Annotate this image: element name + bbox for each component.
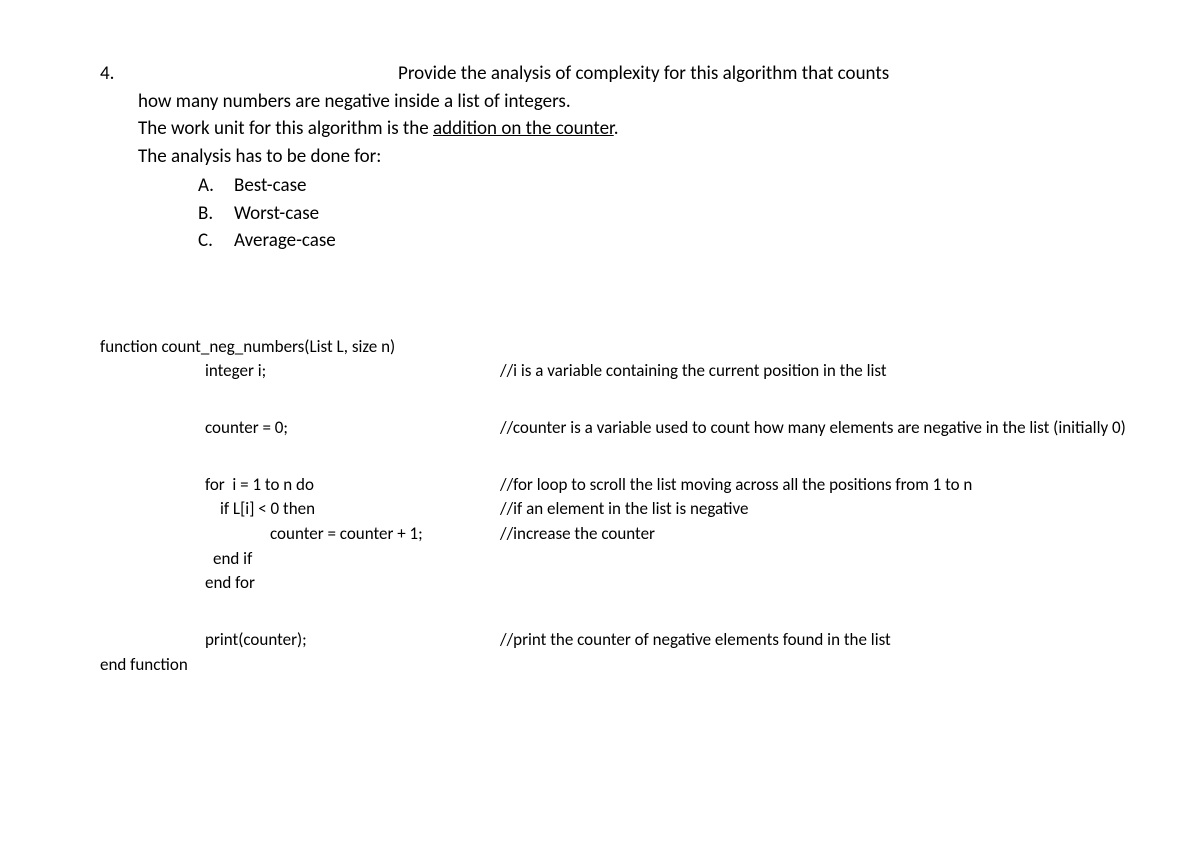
- code-text: function count_neg_numbers(List L, size …: [100, 335, 500, 360]
- sublist-letter: B.: [198, 200, 218, 228]
- code-row: function count_neg_numbers(List L, size …: [100, 335, 1160, 360]
- code-comment: [500, 335, 1160, 360]
- code-text: end for: [100, 571, 500, 596]
- code-row: for i = 1 to n do//for loop to scroll th…: [100, 473, 1160, 498]
- question-text: Provide the analysis of complexity for t…: [138, 60, 1160, 255]
- code-row: print(counter);//print the counter of ne…: [100, 628, 1160, 653]
- code-comment: //counter is a variable used to count ho…: [500, 416, 1160, 441]
- code-row: integer i;//i is a variable containing t…: [100, 359, 1160, 384]
- code-comment: //i is a variable containing the current…: [500, 359, 1160, 384]
- sublist-item: C. Average-case: [198, 227, 1160, 255]
- code-text: print(counter);: [100, 628, 500, 653]
- code-text: if L[i] < 0 then: [100, 497, 500, 522]
- sublist-letter: C.: [198, 227, 218, 255]
- sublist-text: Worst-case: [234, 200, 319, 228]
- question-line3-underlined: addition on the counter: [433, 117, 614, 140]
- question-line4: The analysis has to be done for:: [138, 143, 1160, 171]
- code-text: for i = 1 to n do: [100, 473, 500, 498]
- code-comment: //print the counter of negative elements…: [500, 628, 1160, 653]
- sublist-item: A. Best-case: [198, 172, 1160, 200]
- pseudocode-block: function count_neg_numbers(List L, size …: [100, 335, 1160, 677]
- question-line2: how many numbers are negative inside a l…: [138, 88, 1160, 116]
- sublist-item: B. Worst-case: [198, 200, 1160, 228]
- code-row: counter = counter + 1;//increase the cou…: [100, 522, 1160, 547]
- question-line1-text: Provide the analysis of complexity for t…: [398, 62, 889, 85]
- code-row: end for: [100, 571, 1160, 596]
- code-row: if L[i] < 0 then//if an element in the l…: [100, 497, 1160, 522]
- code-text: end if: [100, 547, 500, 572]
- sublist-letter: A.: [198, 172, 218, 200]
- code-comment: [500, 571, 1160, 596]
- question-line3: The work unit for this algorithm is the …: [138, 115, 1160, 143]
- code-text: counter = 0;: [100, 416, 500, 441]
- code-row: end function: [100, 653, 1160, 678]
- code-comment: //if an element in the list is negative: [500, 497, 1160, 522]
- code-row: end if: [100, 547, 1160, 572]
- code-comment: [500, 547, 1160, 572]
- code-text: end function: [100, 653, 500, 678]
- code-text: counter = counter + 1;: [100, 522, 500, 547]
- code-gap: [100, 596, 1160, 628]
- code-row: counter = 0;//counter is a variable used…: [100, 416, 1160, 441]
- code-comment: [500, 653, 1160, 678]
- question-number: 4.: [100, 60, 130, 255]
- question-sublist: A. Best-case B. Worst-case C. Average-ca…: [198, 172, 1160, 255]
- question-line3-pre: The work unit for this algorithm is the: [138, 117, 433, 140]
- code-gap: [100, 384, 1160, 416]
- sublist-text: Best-case: [234, 172, 306, 200]
- code-text: integer i;: [100, 359, 500, 384]
- code-comment: //for loop to scroll the list moving acr…: [500, 473, 1160, 498]
- question-block: 4. Provide the analysis of complexity fo…: [100, 60, 1160, 255]
- code-gap: [100, 441, 1160, 473]
- code-comment: //increase the counter: [500, 522, 1160, 547]
- question-line1: Provide the analysis of complexity for t…: [138, 60, 1160, 88]
- sublist-text: Average-case: [234, 227, 336, 255]
- question-line3-post: .: [614, 117, 619, 140]
